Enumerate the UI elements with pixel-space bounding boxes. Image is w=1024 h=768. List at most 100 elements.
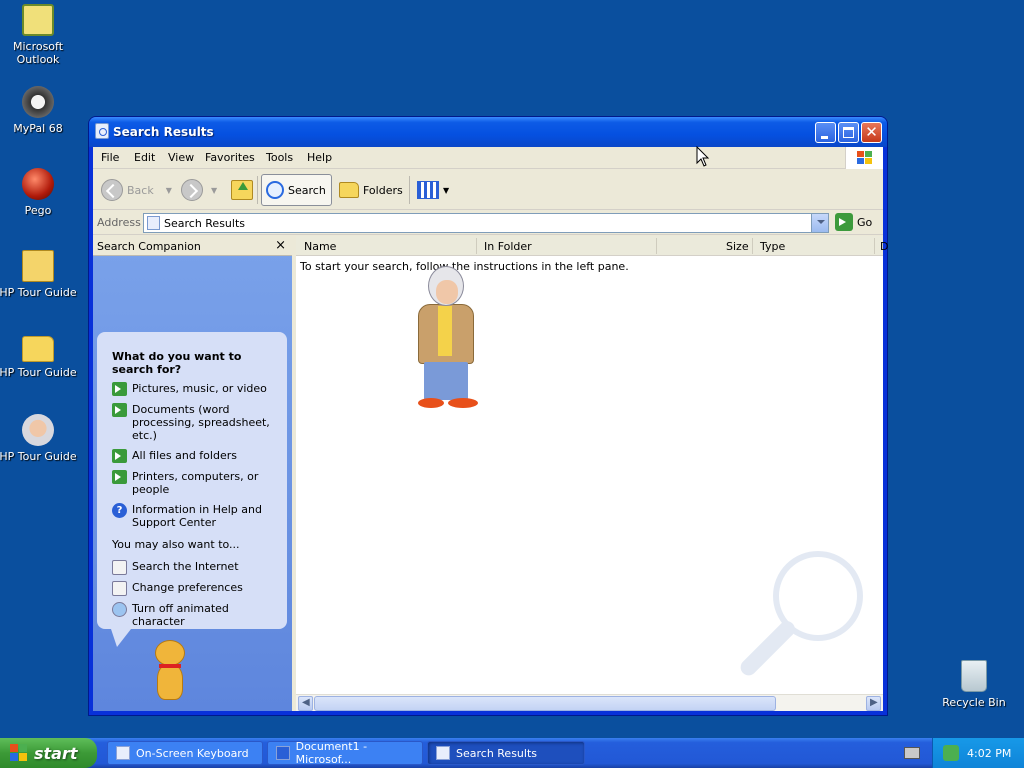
window-client: File Edit View Favorites Tools Help Back… [93, 147, 888, 711]
column-size[interactable]: Size [726, 240, 749, 253]
network-tray-icon[interactable] [943, 745, 959, 761]
pego-icon [22, 168, 54, 200]
green-arrow-icon [112, 449, 127, 463]
keyboard-icon [116, 746, 130, 760]
menu-view[interactable]: View [168, 151, 194, 164]
maximize-button[interactable] [838, 122, 859, 143]
recycle-bin-icon [961, 660, 987, 692]
up-folder-button[interactable] [227, 174, 257, 206]
go-button[interactable]: Go [835, 213, 872, 231]
raccoon-icon [22, 86, 54, 118]
option-search-internet[interactable]: Search the Internet [112, 560, 282, 575]
views-button[interactable]: ▼ [413, 174, 453, 206]
taskbar-item-search-results[interactable]: Search Results [427, 741, 585, 765]
green-arrow-icon [112, 470, 127, 484]
desktop-icon-label: HP Tour Guide [0, 450, 77, 463]
desktop-icon-tour-guide-folder[interactable]: HP Tour Guide [0, 332, 78, 379]
option-label: Information in Help and Support Center [132, 503, 262, 529]
desktop-icon-pego[interactable]: Pego [0, 168, 78, 217]
green-arrow-icon [112, 382, 127, 396]
back-arrow-icon [101, 179, 123, 201]
green-arrow-icon [112, 403, 127, 417]
option-label: Search the Internet [132, 560, 239, 573]
folders-icon [339, 182, 359, 198]
folders-label: Folders [363, 183, 403, 197]
toolbar-separator [257, 176, 258, 204]
desktop-icon-mypal[interactable]: MyPal 68 [0, 86, 78, 135]
taskbar-item-onscreen-keyboard[interactable]: On-Screen Keyboard [107, 741, 263, 765]
option-label: Printers, computers, or people [132, 470, 259, 496]
task-label: Search Results [456, 746, 538, 760]
results-pane: Name In Folder Size Type D To start your… [296, 236, 888, 711]
menu-edit[interactable]: Edit [134, 151, 155, 164]
task-label: On-Screen Keyboard [136, 746, 249, 760]
column-date[interactable]: D [880, 240, 888, 253]
desktop-icon-label: Microsoft Outlook [12, 40, 64, 66]
desktop-icon-tour-guide[interactable]: HP Tour Guide [0, 414, 78, 463]
column-name[interactable]: Name [304, 240, 336, 253]
start-button[interactable]: start [0, 738, 97, 768]
chevron-down-icon: ▼ [165, 185, 172, 195]
menu-help[interactable]: Help [307, 151, 332, 164]
guide-character-icon [22, 414, 54, 446]
go-arrow-icon [835, 213, 853, 231]
desktop-icon-label: MyPal 68 [13, 122, 63, 135]
folders-button[interactable]: Folders [335, 174, 407, 206]
minimize-button[interactable] [815, 122, 836, 143]
maximize-icon [843, 127, 854, 138]
option-printers[interactable]: Printers, computers, or people [112, 470, 282, 496]
search-options-balloon: What do you want to search for? Pictures… [97, 332, 287, 647]
scroll-right-button[interactable]: ▶ [866, 696, 881, 711]
close-pane-button[interactable]: × [275, 238, 286, 253]
search-button[interactable]: Search [261, 174, 332, 206]
close-button[interactable]: ✕ [861, 122, 882, 143]
desktop-icon-outlook[interactable]: Microsoft Outlook [0, 4, 78, 66]
desktop-icon-tour-guide-zip[interactable]: HP Tour Guide [0, 250, 78, 299]
desktop-icon-recycle-bin[interactable]: Recycle Bin [934, 660, 1014, 709]
desktop-icon-label: HP Tour Guide [0, 286, 77, 299]
forward-button[interactable]: ▼ [177, 174, 221, 206]
menu-tools[interactable]: Tools [266, 151, 293, 164]
desktop-icon-label: Recycle Bin [942, 696, 1006, 709]
horizontal-scrollbar[interactable]: ◀ ▶ [296, 694, 883, 711]
option-turn-off-character[interactable]: Turn off animated character [112, 602, 282, 628]
clock[interactable]: 4:02 PM [967, 747, 1011, 760]
back-label: Back [127, 183, 154, 197]
address-dropdown-button[interactable] [811, 214, 828, 232]
back-button[interactable]: Back ▼ [97, 174, 176, 206]
toolbar: Back ▼ ▼ Search Folders ▼ [93, 170, 883, 210]
option-label: Change preferences [132, 581, 243, 594]
option-change-preferences[interactable]: Change preferences [112, 581, 282, 596]
window-title: Search Results [113, 125, 214, 139]
menu-file[interactable]: File [101, 151, 119, 164]
also-heading: You may also want to... [112, 538, 240, 551]
desktop-icon-label: HP Tour Guide [0, 366, 77, 379]
tour-guide-character[interactable] [414, 266, 484, 426]
scroll-thumb[interactable] [314, 696, 776, 711]
option-documents[interactable]: Documents (word processing, spreadsheet,… [112, 403, 282, 442]
address-field[interactable]: Search Results [143, 213, 829, 233]
forward-arrow-icon [181, 179, 203, 201]
option-all-files[interactable]: All files and folders [112, 449, 282, 463]
chevron-right-icon: ▶ [870, 697, 878, 708]
option-label: Turn off animated character [132, 602, 229, 628]
title-bar[interactable]: Search Results ✕ [89, 117, 887, 147]
search-dog-character[interactable] [145, 640, 195, 710]
internet-search-icon [112, 560, 127, 575]
search-results-icon [95, 123, 109, 139]
column-type[interactable]: Type [760, 240, 785, 253]
system-tray: 4:02 PM [932, 738, 1024, 768]
menu-favorites[interactable]: Favorites [205, 151, 255, 164]
menu-bar: File Edit View Favorites Tools Help [93, 147, 883, 169]
toolbar-separator [409, 176, 410, 204]
word-icon [276, 746, 290, 760]
keyboard-tray-icon[interactable] [904, 747, 920, 759]
option-pictures[interactable]: Pictures, music, or video [112, 382, 282, 396]
windows-logo-icon [10, 744, 28, 762]
option-label: Pictures, music, or video [132, 382, 267, 395]
column-in-folder[interactable]: In Folder [484, 240, 532, 253]
scroll-left-button[interactable]: ◀ [298, 696, 313, 711]
option-help-center[interactable]: ? Information in Help and Support Center [112, 503, 282, 529]
address-label: Address [97, 216, 141, 229]
taskbar-item-word-document[interactable]: Document1 - Microsof... [267, 740, 423, 766]
